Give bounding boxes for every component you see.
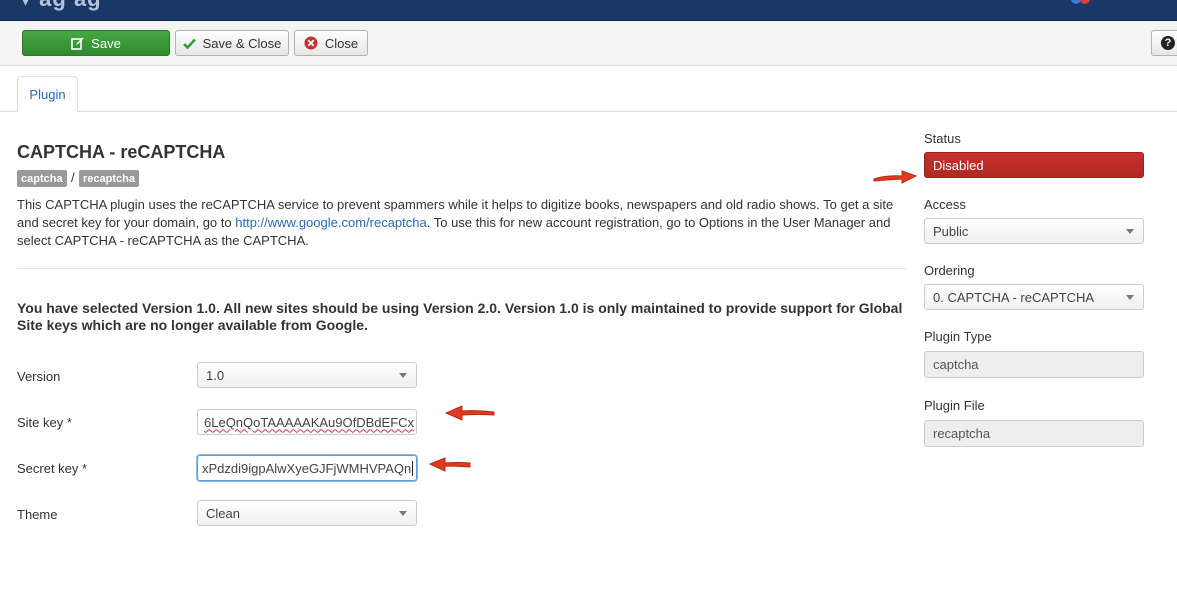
divider xyxy=(17,268,907,269)
ordering-label: Ordering xyxy=(924,263,975,278)
save-button-label: Save xyxy=(91,35,121,51)
chevron-down-icon xyxy=(1126,229,1134,234)
version-warning: You have selected Version 1.0. All new s… xyxy=(17,300,903,333)
annotation-arrow-secret-key xyxy=(428,457,471,472)
plugin-type-label: Plugin Type xyxy=(924,329,992,344)
plugin-type-field: captcha xyxy=(924,351,1144,378)
page-title: CAPTCHA - reCAPTCHA xyxy=(17,142,226,162)
ordering-value: 0. CAPTCHA - reCAPTCHA xyxy=(933,289,1095,305)
chevron-down-icon xyxy=(399,511,407,516)
chevron-down-icon xyxy=(1126,295,1134,300)
tag-separator: / xyxy=(71,170,75,185)
ordering-select[interactable]: 0. CAPTCHA - reCAPTCHA xyxy=(924,284,1144,310)
site-key-label: Site key * xyxy=(17,415,72,430)
status-label: Status xyxy=(924,131,961,146)
tag-recaptcha: recaptcha xyxy=(79,170,139,187)
navbar-title-fragment: ▾ ag ag xyxy=(20,0,102,12)
save-and-close-label: Save & Close xyxy=(202,35,282,51)
help-icon: ? xyxy=(1161,36,1175,50)
plugin-file-field: recaptcha xyxy=(924,420,1144,447)
secret-key-value: хPdzdi9igpAlwXyeGJFjWMHVPAQn xyxy=(202,460,412,476)
cancel-circle-icon xyxy=(304,36,318,50)
version-select[interactable]: 1.0 xyxy=(197,362,417,388)
top-navbar: ▾ ag ag xyxy=(0,0,1177,21)
access-label: Access xyxy=(924,197,966,212)
status-select[interactable]: Disabled xyxy=(924,152,1144,178)
annotation-arrow-status xyxy=(873,170,918,184)
theme-label: Theme xyxy=(17,507,58,522)
save-button[interactable]: Save xyxy=(22,30,170,56)
version-value: 1.0 xyxy=(206,367,225,383)
chevron-down-icon xyxy=(399,373,407,378)
site-key-value: 6LeQnQoTAAAAAKAu9OfDBdEFCx xyxy=(204,414,415,430)
tab-plugin[interactable]: Plugin xyxy=(17,76,78,112)
plugin-description: This CAPTCHA plugin uses the reCAPTCHA s… xyxy=(17,196,909,250)
access-value: Public xyxy=(933,223,969,239)
status-value: Disabled xyxy=(933,157,984,173)
theme-select[interactable]: Clean xyxy=(197,500,417,526)
check-icon xyxy=(182,38,196,49)
recaptcha-link[interactable]: http://www.google.com/recaptcha xyxy=(235,215,427,230)
secret-key-input[interactable]: хPdzdi9igpAlwXyeGJFjWMHVPAQn xyxy=(197,455,417,481)
edit-icon xyxy=(71,37,84,50)
annotation-arrow-site-key xyxy=(444,405,495,421)
help-button[interactable]: ? xyxy=(1151,30,1177,56)
site-key-input[interactable]: 6LeQnQoTAAAAAKAu9OfDBdEFCx xyxy=(197,409,417,435)
text-cursor xyxy=(412,460,414,476)
tag-captcha: captcha xyxy=(17,170,67,187)
version-label: Version xyxy=(17,369,61,384)
toolbar: Save Save & Close Close ? xyxy=(0,21,1177,66)
plugin-file-label: Plugin File xyxy=(924,398,985,413)
secret-key-label: Secret key * xyxy=(17,461,88,476)
save-and-close-button[interactable]: Save & Close xyxy=(175,30,289,56)
navbar-icons xyxy=(1071,0,1093,6)
close-button[interactable]: Close xyxy=(294,30,368,56)
theme-value: Clean xyxy=(206,505,240,521)
close-button-label: Close xyxy=(324,35,359,51)
tab-bar: Plugin xyxy=(0,66,1177,112)
access-select[interactable]: Public xyxy=(924,218,1144,244)
